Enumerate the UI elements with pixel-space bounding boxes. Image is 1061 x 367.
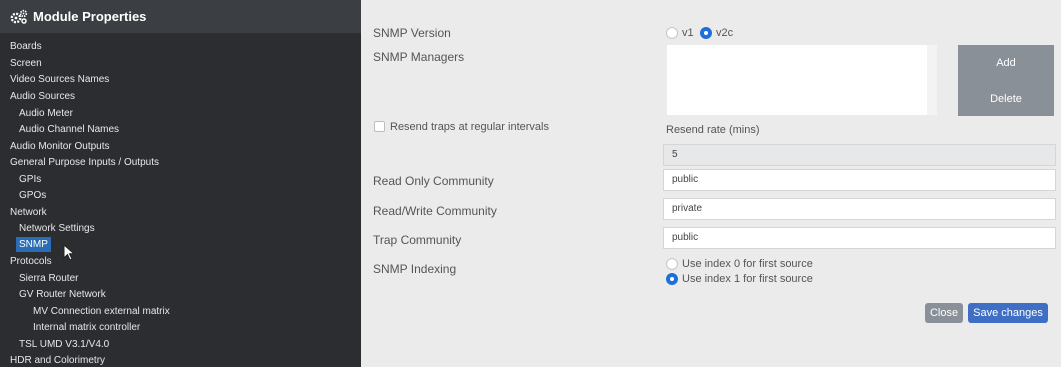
resend-traps-label[interactable]: Resend traps at regular intervals [390,120,549,134]
sidebar-item-audio-channel-names[interactable]: Audio Channel Names [19,123,119,136]
snmp-managers-list[interactable] [667,45,937,115]
sidebar-item-video-sources-names[interactable]: Video Sources Names [10,73,109,86]
gears-icon [10,9,28,24]
snmp-version-label: SNMP Version [373,26,451,40]
resend-rate-label: Resend rate (mins) [666,124,760,136]
snmp-version-v1-label[interactable]: v1 [682,27,694,40]
sidebar-item-audio-sources[interactable]: Audio Sources [10,90,75,103]
snmp-version-v1-radio[interactable] [666,27,678,39]
snmp-version-v2c-radio[interactable] [700,27,712,39]
sidebar-item-protocols[interactable]: Protocols [10,255,52,268]
snmp-version-v2c-label[interactable]: v2c [716,27,733,40]
sidebar-item-network[interactable]: Network [10,206,47,219]
sidebar-item-sierra-router[interactable]: Sierra Router [19,272,78,285]
sidebar-item-gpis[interactable]: GPIs [19,173,41,186]
sidebar-item-hdr-colorimetry[interactable]: HDR and Colorimetry [10,354,105,367]
sidebar-item-boards[interactable]: Boards [10,40,42,53]
sidebar-item-gpos[interactable]: GPOs [19,189,46,202]
sidebar-item-screen[interactable]: Screen [10,57,42,70]
read-write-community-input[interactable]: private [663,198,1056,220]
sidebar-item-tsl-umd[interactable]: TSL UMD V3.1/V4.0 [19,338,109,351]
sidebar-item-snmp[interactable]: SNMP [16,237,51,252]
sidebar-item-general-purpose-io[interactable]: General Purpose Inputs / Outputs [10,156,159,169]
sidebar-item-internal-matrix-controller[interactable]: Internal matrix controller [33,321,140,334]
delete-manager-button[interactable]: Delete [958,92,1054,106]
read-write-community-label: Read/Write Community [373,204,497,218]
snmp-managers-scrollbar[interactable] [927,45,937,115]
add-manager-button[interactable]: Add [958,56,1054,70]
sidebar-item-network-settings[interactable]: Network Settings [19,222,95,235]
resend-traps-checkbox[interactable] [374,121,385,132]
mouse-pointer-icon [63,244,76,261]
sidebar-title: Module Properties [33,9,147,24]
sidebar-item-audio-meter[interactable]: Audio Meter [19,107,73,120]
snmp-managers-button-group: Add Delete [958,45,1054,116]
trap-community-label: Trap Community [373,233,462,247]
sidebar-item-audio-monitor-outputs[interactable]: Audio Monitor Outputs [10,140,110,153]
save-changes-button[interactable]: Save changes [968,303,1048,323]
module-properties-sidebar: Module Properties Boards Screen Video So… [0,0,361,367]
close-button[interactable]: Close [925,303,963,323]
index-0-radio[interactable] [666,258,678,270]
sidebar-item-mv-connection-external-matrix[interactable]: MV Connection external matrix [33,305,170,318]
sidebar-header: Module Properties [0,0,361,33]
index-1-label[interactable]: Use index 1 for first source [682,273,813,286]
snmp-indexing-label: SNMP Indexing [373,262,457,276]
read-only-community-input[interactable]: public [663,169,1056,191]
index-1-radio[interactable] [666,273,678,285]
read-only-community-label: Read Only Community [373,174,494,188]
resend-rate-field[interactable]: 5 [663,144,1056,166]
snmp-managers-label: SNMP Managers [373,50,465,64]
index-0-label[interactable]: Use index 0 for first source [682,258,813,271]
trap-community-input[interactable]: public [663,227,1056,249]
sidebar-item-gv-router-network[interactable]: GV Router Network [19,288,106,301]
